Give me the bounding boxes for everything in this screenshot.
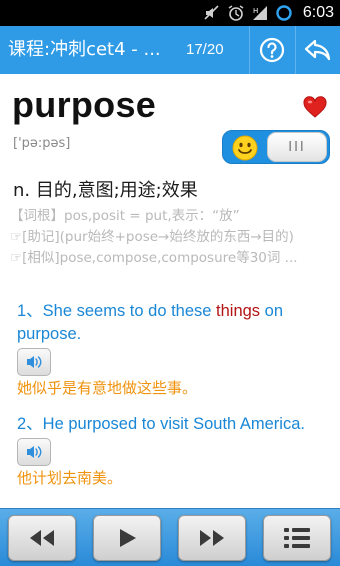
example-text: 1、She seems to do these [17, 302, 217, 320]
word-meaning: n. 目的,意图;用途;效果 [13, 180, 198, 201]
status-icons: H 6:03 [203, 3, 334, 23]
status-bar: H 6:03 [0, 0, 340, 26]
heart-icon[interactable] [302, 95, 328, 119]
course-title: 课程:冲刺cet4 - ... [8, 39, 161, 60]
next-button[interactable] [178, 515, 246, 561]
status-time: 6:03 [302, 4, 334, 21]
play-audio-button[interactable] [17, 348, 51, 376]
note-root: 【词根】pos,posit = put,表示：“放” [10, 208, 240, 224]
bottom-bar [0, 508, 340, 566]
mute-icon [204, 5, 219, 20]
example-2: 2、He purposed to visit South America. 他计… [17, 413, 332, 488]
help-button[interactable] [250, 26, 294, 74]
word-notes: 【词根】pos,posit = put,表示：“放” ☞[助记](pur始终+p… [10, 206, 334, 269]
note-similar: ☞[相似]pose,compose,composure等30词 ... [10, 250, 298, 266]
speaker-icon [27, 446, 42, 458]
fast-forward-icon [200, 530, 224, 546]
example-cn: 他计划去南美。 [17, 469, 123, 487]
svg-text:H: H [253, 7, 258, 15]
play-audio-button[interactable] [17, 438, 51, 466]
previous-button[interactable] [8, 515, 76, 561]
note-mnemonic: ☞[助记](pur始终+pose→始终放的东西→目的) [10, 229, 294, 245]
familiarity-toggle[interactable]: III [222, 130, 330, 164]
example-en: 1、She seems to do these things on purpos… [17, 300, 332, 346]
knob-grip-icon: III [288, 139, 306, 155]
toggle-knob[interactable]: III [267, 132, 327, 162]
back-icon [304, 39, 331, 61]
rewind-icon [30, 530, 54, 546]
word-title: purpose [12, 84, 157, 125]
list-icon [284, 528, 310, 548]
sync-icon [276, 5, 292, 21]
play-icon [120, 529, 136, 547]
help-icon [259, 37, 285, 63]
example-text: 2、He purposed to visit South America. [17, 415, 305, 433]
back-button[interactable] [296, 26, 340, 74]
word-list-button[interactable] [263, 515, 331, 561]
phonetic: ['pə:pəs] [13, 136, 71, 151]
smiley-icon [232, 135, 258, 161]
play-button[interactable] [93, 515, 161, 561]
example-1: 1、She seems to do these things on purpos… [17, 300, 332, 398]
example-cn: 她似乎是有意地做这些事。 [17, 379, 198, 397]
speaker-icon [27, 356, 42, 368]
action-bar: 课程:冲刺cet4 - ... 17/20 [0, 26, 340, 74]
example-highlight: things [216, 302, 261, 320]
example-en: 2、He purposed to visit South America. [17, 413, 332, 436]
signal-icon: H [252, 6, 267, 20]
alarm-icon [228, 5, 244, 21]
word-progress: 17/20 [186, 41, 224, 58]
